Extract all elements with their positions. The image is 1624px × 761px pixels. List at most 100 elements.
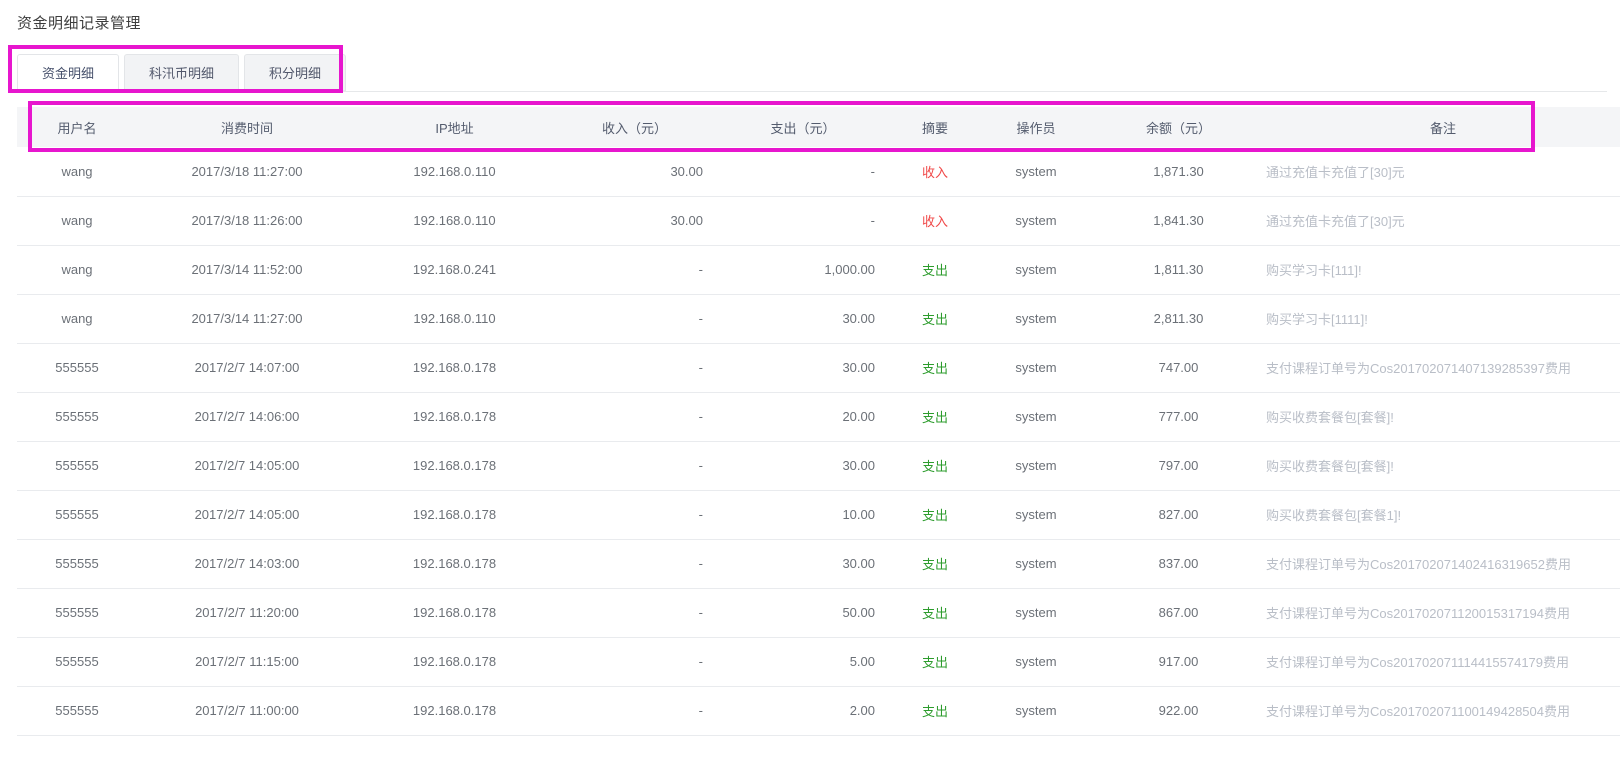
cell-balance: 867.00: [1091, 588, 1266, 637]
cell-consume-time: 2017/2/7 14:05:00: [137, 490, 357, 539]
column-header-balance: 余额（元）: [1091, 107, 1266, 147]
fund-detail-table: 用户名 消费时间 IP地址 收入（元） 支出（元） 摘要 操作员 余额（元） 备…: [17, 107, 1620, 736]
cell-remark: 通过充值卡充值了[30]元: [1266, 147, 1620, 196]
column-header-operator: 操作员: [981, 107, 1091, 147]
cell-operator: system: [981, 539, 1091, 588]
cell-username: wang: [17, 196, 137, 245]
cell-summary: 收入: [889, 147, 981, 196]
cell-expense: 20.00: [717, 392, 889, 441]
page-title: 资金明细记录管理: [17, 12, 141, 33]
cell-expense: 30.00: [717, 441, 889, 490]
cell-remark: 支付课程订单号为Cos201702071120015317194费用: [1266, 588, 1620, 637]
cell-summary: 支出: [889, 490, 981, 539]
cell-operator: system: [981, 588, 1091, 637]
table-row: 555555 2017/2/7 14:06:00 192.168.0.178 -…: [17, 392, 1620, 441]
cell-ip-address: 192.168.0.241: [357, 245, 552, 294]
cell-consume-time: 2017/2/7 11:00:00: [137, 686, 357, 735]
column-header-ip-address: IP地址: [357, 107, 552, 147]
table-row: wang 2017/3/18 11:27:00 192.168.0.110 30…: [17, 147, 1620, 196]
cell-expense: 30.00: [717, 343, 889, 392]
cell-ip-address: 192.168.0.178: [357, 441, 552, 490]
cell-remark: 支付课程订单号为Cos201702071114415574179费用: [1266, 637, 1620, 686]
cell-expense: -: [717, 196, 889, 245]
cell-income: 30.00: [552, 147, 717, 196]
column-header-expense: 支出（元）: [717, 107, 889, 147]
cell-summary: 支出: [889, 588, 981, 637]
cell-ip-address: 192.168.0.178: [357, 637, 552, 686]
cell-balance: 837.00: [1091, 539, 1266, 588]
cell-remark: 通过充值卡充值了[30]元: [1266, 196, 1620, 245]
tab-points-detail[interactable]: 积分明细: [244, 54, 346, 91]
cell-consume-time: 2017/2/7 14:05:00: [137, 441, 357, 490]
cell-balance: 1,871.30: [1091, 147, 1266, 196]
cell-operator: system: [981, 294, 1091, 343]
cell-balance: 747.00: [1091, 343, 1266, 392]
cell-remark: 支付课程订单号为Cos201702071402416319652费用: [1266, 539, 1620, 588]
cell-balance: 1,811.30: [1091, 245, 1266, 294]
table-row: wang 2017/3/18 11:26:00 192.168.0.110 30…: [17, 196, 1620, 245]
cell-balance: 797.00: [1091, 441, 1266, 490]
table-row: 555555 2017/2/7 11:15:00 192.168.0.178 -…: [17, 637, 1620, 686]
column-header-remark: 备注: [1266, 107, 1620, 147]
cell-expense: 30.00: [717, 294, 889, 343]
cell-ip-address: 192.168.0.178: [357, 686, 552, 735]
cell-summary: 支出: [889, 539, 981, 588]
cell-username: 555555: [17, 490, 137, 539]
table-row: 555555 2017/2/7 14:07:00 192.168.0.178 -…: [17, 343, 1620, 392]
column-header-username: 用户名: [17, 107, 137, 147]
cell-balance: 777.00: [1091, 392, 1266, 441]
table-row: wang 2017/3/14 11:27:00 192.168.0.110 - …: [17, 294, 1620, 343]
cell-summary: 支出: [889, 294, 981, 343]
cell-income: 30.00: [552, 196, 717, 245]
column-header-income: 收入（元）: [552, 107, 717, 147]
cell-username: 555555: [17, 441, 137, 490]
table-row: 555555 2017/2/7 14:05:00 192.168.0.178 -…: [17, 490, 1620, 539]
cell-remark: 购买收费套餐包[套餐]!: [1266, 441, 1620, 490]
cell-income: -: [552, 637, 717, 686]
tab-kexun-coin-detail[interactable]: 科汛币明细: [124, 54, 239, 91]
cell-operator: system: [981, 343, 1091, 392]
cell-consume-time: 2017/2/7 14:03:00: [137, 539, 357, 588]
cell-income: -: [552, 343, 717, 392]
cell-operator: system: [981, 686, 1091, 735]
cell-remark: 购买收费套餐包[套餐1]!: [1266, 490, 1620, 539]
cell-ip-address: 192.168.0.178: [357, 343, 552, 392]
table-row: 555555 2017/2/7 14:05:00 192.168.0.178 -…: [17, 441, 1620, 490]
cell-income: -: [552, 686, 717, 735]
cell-operator: system: [981, 196, 1091, 245]
table-row: 555555 2017/2/7 11:00:00 192.168.0.178 -…: [17, 686, 1620, 735]
cell-income: -: [552, 588, 717, 637]
cell-consume-time: 2017/3/18 11:27:00: [137, 147, 357, 196]
cell-username: 555555: [17, 588, 137, 637]
cell-income: -: [552, 490, 717, 539]
table-row: 555555 2017/2/7 14:03:00 192.168.0.178 -…: [17, 539, 1620, 588]
cell-expense: 50.00: [717, 588, 889, 637]
cell-consume-time: 2017/2/7 14:07:00: [137, 343, 357, 392]
cell-income: -: [552, 294, 717, 343]
cell-expense: 10.00: [717, 490, 889, 539]
cell-summary: 支出: [889, 441, 981, 490]
cell-ip-address: 192.168.0.178: [357, 588, 552, 637]
cell-income: -: [552, 441, 717, 490]
cell-ip-address: 192.168.0.178: [357, 539, 552, 588]
cell-consume-time: 2017/2/7 11:15:00: [137, 637, 357, 686]
cell-username: 555555: [17, 343, 137, 392]
cell-expense: -: [717, 147, 889, 196]
column-header-consume-time: 消费时间: [137, 107, 357, 147]
cell-consume-time: 2017/3/14 11:27:00: [137, 294, 357, 343]
tab-fund-detail[interactable]: 资金明细: [17, 54, 119, 91]
table-row: wang 2017/3/14 11:52:00 192.168.0.241 - …: [17, 245, 1620, 294]
cell-balance: 917.00: [1091, 637, 1266, 686]
cell-username: 555555: [17, 637, 137, 686]
cell-summary: 支出: [889, 245, 981, 294]
cell-username: wang: [17, 245, 137, 294]
cell-remark: 支付课程订单号为Cos201702071407139285397费用: [1266, 343, 1620, 392]
cell-remark: 购买学习卡[111]!: [1266, 245, 1620, 294]
cell-summary: 收入: [889, 196, 981, 245]
cell-balance: 2,811.30: [1091, 294, 1266, 343]
cell-operator: system: [981, 392, 1091, 441]
cell-summary: 支出: [889, 637, 981, 686]
cell-remark: 购买学习卡[1111]!: [1266, 294, 1620, 343]
cell-income: -: [552, 245, 717, 294]
cell-balance: 827.00: [1091, 490, 1266, 539]
